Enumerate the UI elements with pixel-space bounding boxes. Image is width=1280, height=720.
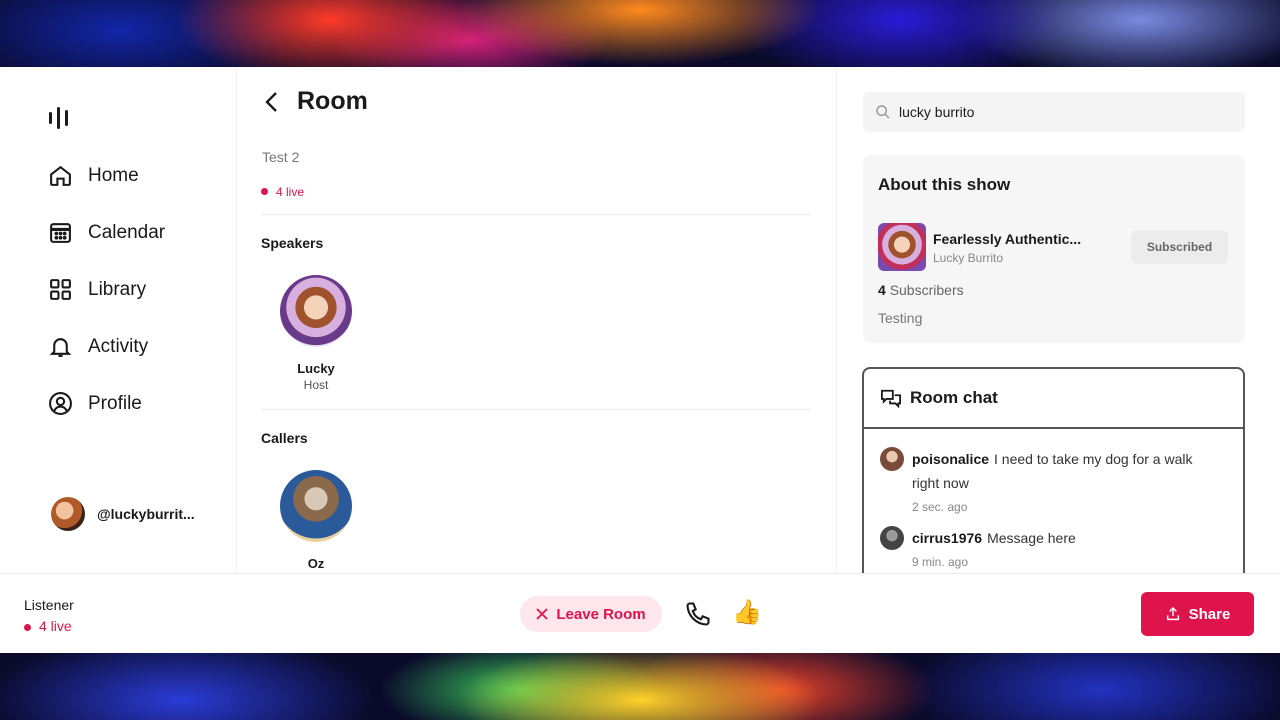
chat-message: cirrus1976 Message here 9 min. ago xyxy=(880,526,1220,574)
divider xyxy=(261,409,811,410)
subscriber-count: 4 Subscribers xyxy=(878,282,964,298)
chat-username[interactable]: cirrus1976 xyxy=(912,530,982,546)
app-window: Home Calendar Library Activity Profile @… xyxy=(0,67,1280,653)
chat-text: Message here xyxy=(987,530,1076,546)
sidebar-item-label: Calendar xyxy=(88,221,166,243)
listener-role: Listener xyxy=(24,597,74,613)
current-user-chip[interactable]: @luckyburrit... xyxy=(51,497,195,531)
share-label: Share xyxy=(1188,605,1231,623)
close-icon xyxy=(536,608,549,620)
sidebar-item-label: Library xyxy=(88,278,147,300)
sidebar-item-home[interactable]: Home xyxy=(48,163,139,188)
about-show-card: About this show Fearlessly Authentic... … xyxy=(863,155,1245,343)
sidebar-item-activity[interactable]: Activity xyxy=(48,334,148,359)
subscriber-number: 4 xyxy=(878,282,886,298)
profile-icon xyxy=(49,392,72,415)
avatar[interactable] xyxy=(880,447,904,471)
live-dot-icon xyxy=(261,188,268,196)
sidebar-item-label: Profile xyxy=(88,392,142,414)
room-subtitle: Test 2 xyxy=(262,149,300,165)
show-artwork[interactable] xyxy=(878,223,926,271)
chat-header: Room chat xyxy=(864,369,1243,429)
room-panel: Room Test 2 4 live Speakers Lucky Host C… xyxy=(237,67,837,573)
avatar xyxy=(280,470,352,542)
sidebar-item-label: Activity xyxy=(88,335,149,357)
search-bar xyxy=(863,92,1245,132)
sidebar-item-label: Home xyxy=(88,164,139,186)
chat-username[interactable]: poisonalice xyxy=(912,451,989,467)
room-controls-bar: Listener 4 live Leave Room 👍 Share xyxy=(0,573,1280,653)
leave-room-label: Leave Room xyxy=(556,605,646,623)
callers-heading: Callers xyxy=(261,430,308,446)
phone-icon[interactable] xyxy=(684,600,712,628)
app-logo-icon[interactable] xyxy=(49,107,68,129)
live-count: 4 live xyxy=(39,618,72,634)
about-heading: About this show xyxy=(878,175,1011,194)
show-description: Testing xyxy=(878,310,923,326)
page-title: Room xyxy=(297,87,368,115)
speakers-heading: Speakers xyxy=(261,235,324,251)
user-handle: @luckyburrit... xyxy=(97,506,195,522)
avatar xyxy=(280,275,352,347)
speaker-tile[interactable]: Lucky Host xyxy=(261,275,371,392)
chat-heading: Room chat xyxy=(910,388,998,407)
live-indicator: 4 live xyxy=(261,183,304,201)
bell-icon xyxy=(49,338,72,357)
live-indicator: 4 live xyxy=(24,618,72,634)
sidebar-item-calendar[interactable]: Calendar xyxy=(48,220,165,245)
divider xyxy=(261,214,811,215)
chat-timestamp: 2 sec. ago xyxy=(912,500,968,514)
caller-name: Oz xyxy=(307,556,325,571)
show-name[interactable]: Fearlessly Authentic... xyxy=(933,231,1081,247)
sidebar: Home Calendar Library Activity Profile @… xyxy=(0,67,237,573)
calendar-icon xyxy=(50,223,71,243)
caller-tile[interactable]: Oz xyxy=(261,470,371,571)
subscribed-button[interactable]: Subscribed xyxy=(1131,230,1228,264)
search-input[interactable] xyxy=(899,104,1229,120)
room-chat: Room chat poisonalice I need to take my d… xyxy=(862,367,1245,607)
sidebar-item-profile[interactable]: Profile xyxy=(48,391,142,416)
leave-room-button[interactable]: Leave Room xyxy=(520,596,662,632)
sidebar-item-library[interactable]: Library xyxy=(48,277,146,302)
thumbs-up-icon[interactable]: 👍 xyxy=(732,598,762,627)
speaker-name: Lucky xyxy=(297,361,335,376)
chat-bubbles-icon xyxy=(881,389,901,408)
search-icon xyxy=(876,105,890,119)
right-panel: About this show Fearlessly Authentic... … xyxy=(838,67,1280,607)
room-header: Room xyxy=(263,87,368,116)
chat-message: poisonalice I need to take my dog for a w… xyxy=(880,447,1220,519)
avatar xyxy=(51,497,85,531)
home-icon xyxy=(50,165,71,186)
back-arrow-icon[interactable] xyxy=(263,91,281,113)
subscriber-label: Subscribers xyxy=(889,282,964,298)
library-icon xyxy=(50,279,71,300)
live-dot-icon xyxy=(24,623,31,631)
show-author: Lucky Burrito xyxy=(933,251,1004,265)
speaker-role: Host xyxy=(303,378,329,392)
avatar[interactable] xyxy=(880,526,904,550)
share-button[interactable]: Share xyxy=(1141,592,1254,636)
live-count: 4 live xyxy=(276,185,305,199)
chat-timestamp: 9 min. ago xyxy=(912,555,969,569)
share-icon xyxy=(1166,606,1179,621)
